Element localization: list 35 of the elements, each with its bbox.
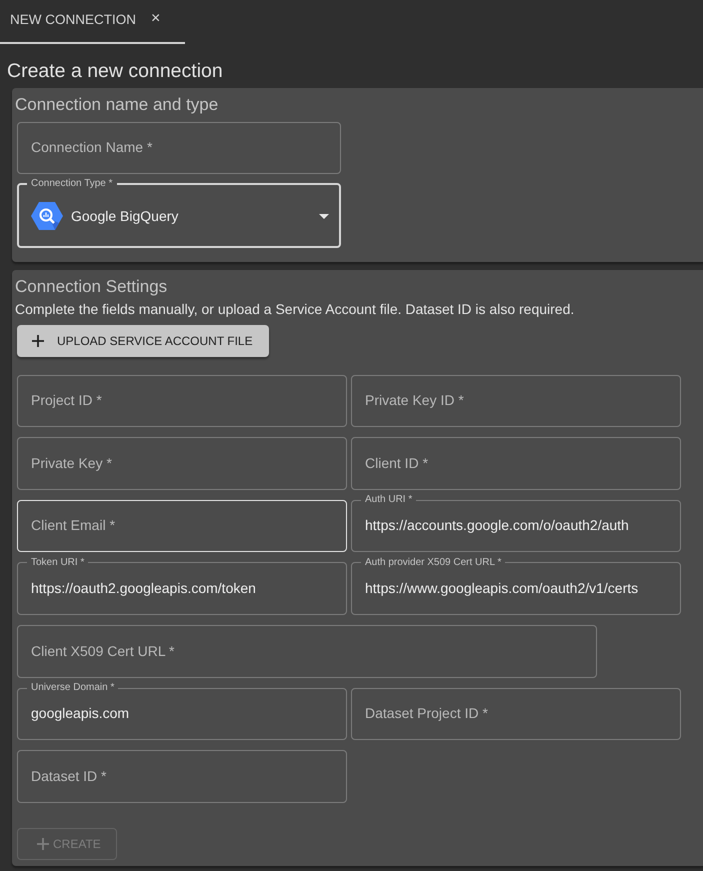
field-label: Auth provider X509 Cert URL *	[364, 556, 502, 569]
field-label: Client X509 Cert URL *	[31, 642, 174, 660]
field-label: Token URI *	[30, 556, 86, 569]
field-label: Dataset Project ID *	[365, 705, 488, 722]
field-value: googleapis.com	[31, 705, 130, 722]
close-button[interactable]: ×	[151, 11, 160, 27]
field-label: Universe Domain *	[30, 682, 116, 694]
plus-icon	[32, 335, 44, 347]
select-field[interactable]: Connection Type * Google BigQuery	[17, 178, 341, 248]
plus-icon	[37, 838, 49, 850]
field-label: Client Email *	[31, 517, 116, 534]
text-field[interactable]: Token URI * https://oauth2.googleapis.com/token	[17, 556, 347, 615]
section-title: Connection name and type	[15, 95, 218, 115]
field-label: Private Key ID *	[365, 392, 464, 409]
field-value: Google BigQuery	[71, 208, 180, 224]
page-title: Create a new connection	[7, 59, 223, 83]
field-label: Private Key *	[31, 454, 112, 472]
hexagon-magnifier-icon	[31, 200, 63, 232]
field-label: Auth URI *	[364, 494, 414, 506]
field-label: Connection Name *	[31, 139, 152, 156]
caret-icon	[319, 214, 329, 218]
upload-button[interactable]: UPLOAD SERVICE ACCOUNT FILE	[17, 325, 269, 357]
section-title: Connection Settings	[15, 277, 168, 297]
text-field[interactable]: Universe Domain * googleapis.com	[17, 682, 347, 740]
field-value: https://oauth2.googleapis.com/token	[31, 580, 256, 597]
field-label: Connection Type *	[30, 178, 114, 190]
field-label: Project ID *	[31, 392, 102, 409]
field-value: https://www.googleapis.com/oauth2/v1/certs	[365, 580, 638, 597]
tab[interactable]: NEW CONNECTION ×	[0, 0, 186, 44]
text-field[interactable]: Auth URI * https://accounts.google.com/o/oauth2/auth	[351, 494, 681, 552]
field-label: Client ID *	[365, 454, 428, 472]
field-label: Dataset ID *	[31, 768, 106, 785]
field-value: https://accounts.google.com/o/oauth2/auth	[365, 517, 629, 534]
text-field[interactable]: Auth provider X509 Cert URL * https://www.googleapis.com/oauth2/v1/certs	[351, 556, 681, 615]
section-description: Complete the fields manually, or upload a Service Account file. Dataset ID is also required.	[15, 301, 574, 318]
